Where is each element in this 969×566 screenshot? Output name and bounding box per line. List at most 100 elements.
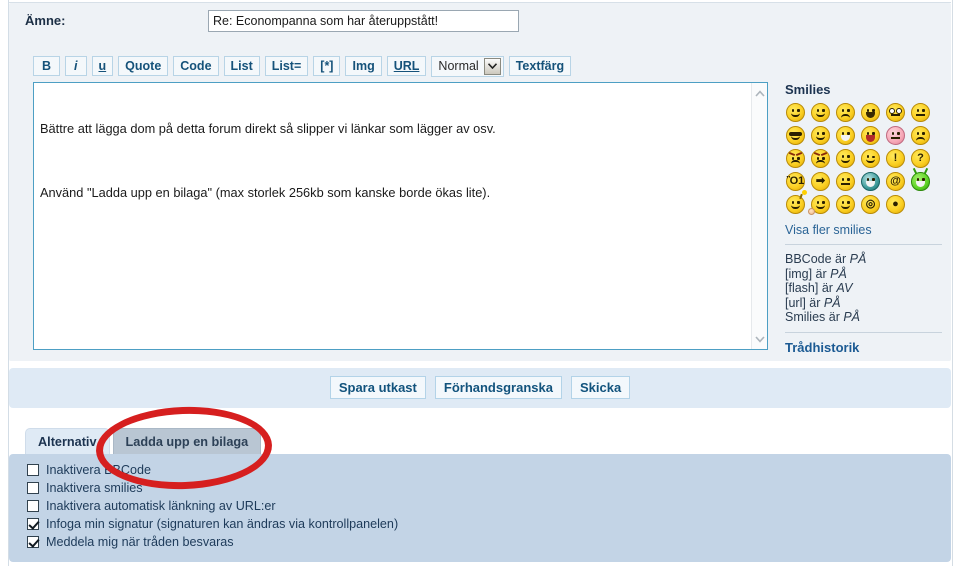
option-checkbox-3[interactable] bbox=[27, 518, 39, 530]
smiley-neutral-glyph bbox=[911, 103, 930, 122]
smiley-at[interactable]: @ bbox=[883, 171, 908, 194]
smiley-grimace-glyph bbox=[836, 126, 855, 145]
code-button[interactable]: Code bbox=[173, 56, 219, 76]
option-row[interactable]: Inaktivera automatisk länkning av URL:er bbox=[27, 497, 398, 515]
right-margin-fill bbox=[953, 0, 969, 566]
smiley-sad-glyph bbox=[836, 103, 855, 122]
list-item-button[interactable]: [*] bbox=[313, 56, 341, 76]
option-checkbox-2[interactable] bbox=[27, 500, 39, 512]
smiley-blush[interactable] bbox=[883, 125, 908, 148]
option-row[interactable]: Infoga min signatur (signaturen kan ändr… bbox=[27, 515, 398, 533]
show-more-smilies-link[interactable]: Visa fler smilies bbox=[785, 223, 944, 237]
smiley-angry-glyph bbox=[786, 149, 805, 168]
option-checkbox-1[interactable] bbox=[27, 482, 39, 494]
smiley-wink[interactable] bbox=[858, 148, 883, 171]
url-button[interactable]: URL bbox=[386, 56, 427, 76]
smiley-mrgreen-glyph bbox=[811, 126, 830, 145]
smiley-alien[interactable] bbox=[908, 167, 933, 194]
quote-button[interactable]: Quote bbox=[118, 56, 169, 76]
smiley-eyeroll-glyph: ◎ bbox=[861, 195, 880, 214]
smiley-oneeye-glyph: ● bbox=[886, 195, 905, 214]
smiley-mrgreen[interactable] bbox=[808, 125, 833, 148]
smiley-bomb[interactable] bbox=[783, 190, 808, 217]
bbcode-state: AV bbox=[836, 281, 853, 296]
option-checkbox-4[interactable] bbox=[27, 536, 39, 548]
smiley-eyeroll[interactable]: ◎ bbox=[858, 194, 883, 217]
smiley-wave[interactable] bbox=[808, 194, 833, 217]
smiley-arrow[interactable]: ➡ bbox=[808, 171, 833, 194]
options-panel: Inaktivera BBCode Inaktivera smilies Inakt… bbox=[9, 454, 951, 562]
list-button[interactable]: List bbox=[223, 56, 260, 76]
message-paragraph-1: Bättre att lägga dom på detta forum dire… bbox=[40, 121, 496, 136]
options-tabs: Alternativ Ladda upp en bilaga bbox=[25, 428, 262, 454]
option-row[interactable]: Inaktivera BBCode bbox=[27, 461, 398, 479]
smiley-bigsmile[interactable] bbox=[858, 102, 883, 125]
smiley-mad[interactable] bbox=[808, 148, 833, 171]
option-label-0: Inaktivera BBCode bbox=[46, 463, 152, 477]
smiley-grin-glyph bbox=[786, 103, 805, 122]
compose-panel: Ämne: B i u Quote Code List List= [*] Im… bbox=[9, 3, 951, 361]
image-button[interactable]: Img bbox=[345, 56, 382, 76]
smiley-alien-glyph bbox=[911, 167, 930, 191]
text-color-button[interactable]: Textfärg bbox=[508, 56, 572, 76]
smiley-laugh[interactable] bbox=[833, 148, 858, 171]
option-checkbox-0[interactable] bbox=[27, 464, 39, 476]
post-editor-page: Ämne: B i u Quote Code List List= [*] Im… bbox=[0, 0, 969, 566]
option-label-4: Meddela mig när tråden besvaras bbox=[46, 535, 234, 549]
option-row[interactable]: Inaktivera smilies bbox=[27, 479, 398, 497]
smiley-bigsmile-glyph bbox=[861, 103, 880, 122]
smiley-idea-glyph: Ὂ1 bbox=[786, 172, 805, 191]
chevron-down-icon bbox=[483, 57, 501, 75]
smilies-divider-2 bbox=[785, 331, 942, 333]
smiley-teeth[interactable] bbox=[858, 171, 883, 194]
bbcode-state: PÅ bbox=[843, 310, 861, 325]
smiley-cool[interactable] bbox=[783, 125, 808, 148]
bbcode-status-row: [img] är PÅ bbox=[785, 267, 944, 282]
smiley-tongue[interactable] bbox=[858, 125, 883, 148]
smiley-eek-glyph bbox=[886, 103, 905, 122]
preview-button[interactable]: Förhandsgranska bbox=[434, 376, 562, 399]
bbcode-toolbar: B i u Quote Code List List= [*] Img URL … bbox=[33, 55, 572, 77]
smiley-angry[interactable] bbox=[783, 148, 808, 171]
bbcode-tag: BBCode är bbox=[785, 252, 850, 266]
bbcode-status-row: BBCode är PÅ bbox=[785, 252, 944, 267]
smiley-tongue-glyph bbox=[861, 126, 880, 145]
message-text: Bättre att lägga dom på detta forum dire… bbox=[40, 89, 747, 249]
bold-button[interactable]: B bbox=[33, 56, 61, 76]
underline-button[interactable]: u bbox=[91, 56, 114, 76]
smiley-confused[interactable] bbox=[908, 125, 933, 148]
thread-history-link[interactable]: Trådhistorik bbox=[785, 340, 944, 355]
option-row[interactable]: Meddela mig när tråden besvaras bbox=[27, 533, 398, 551]
bbcode-status-list: BBCode är PÅ [img] är PÅ [flash] är AV [url… bbox=[785, 252, 944, 325]
smiley-sad[interactable] bbox=[833, 102, 858, 125]
italic-button[interactable]: i bbox=[65, 56, 87, 76]
smiley-rolleyes[interactable] bbox=[833, 171, 858, 194]
message-textarea[interactable]: Bättre att lägga dom på detta forum dire… bbox=[33, 82, 768, 350]
bbcode-tag: [url] är bbox=[785, 295, 824, 310]
smiley-neutral[interactable] bbox=[908, 102, 933, 125]
textarea-scrollbar[interactable] bbox=[751, 83, 767, 349]
tab-ladda-upp-en-bilaga[interactable]: Ladda upp en bilaga bbox=[112, 428, 262, 454]
scroll-up-icon[interactable] bbox=[752, 85, 767, 101]
smiley-wink-glyph bbox=[861, 149, 880, 168]
smiley-exclaim-glyph: ! bbox=[886, 149, 905, 168]
bbcode-tag: [img] är bbox=[785, 266, 831, 281]
save-draft-button[interactable]: Spara utkast bbox=[329, 376, 426, 399]
smiley-eek[interactable] bbox=[883, 102, 908, 125]
smiley-arrow-glyph: ➡ bbox=[811, 172, 830, 191]
font-size-select[interactable]: Normal bbox=[431, 55, 504, 77]
scroll-down-icon[interactable] bbox=[752, 331, 767, 347]
smiley-grimace[interactable] bbox=[833, 125, 858, 148]
list-ordered-button[interactable]: List= bbox=[264, 56, 309, 76]
smiley-happy[interactable] bbox=[808, 102, 833, 125]
smiley-exclaim[interactable]: ! bbox=[883, 148, 908, 171]
smiley-grin[interactable] bbox=[783, 102, 808, 125]
subject-row: Ämne: bbox=[9, 3, 951, 41]
tab-alternativ[interactable]: Alternativ bbox=[25, 428, 110, 454]
subject-input[interactable] bbox=[208, 10, 519, 32]
submit-button[interactable]: Skicka bbox=[570, 376, 631, 399]
smiley-oneeye[interactable]: ● bbox=[883, 194, 908, 217]
smiley-question[interactable]: ? bbox=[908, 148, 933, 171]
smiley-confused-glyph bbox=[911, 126, 930, 145]
smiley-biggrin[interactable] bbox=[833, 194, 858, 217]
